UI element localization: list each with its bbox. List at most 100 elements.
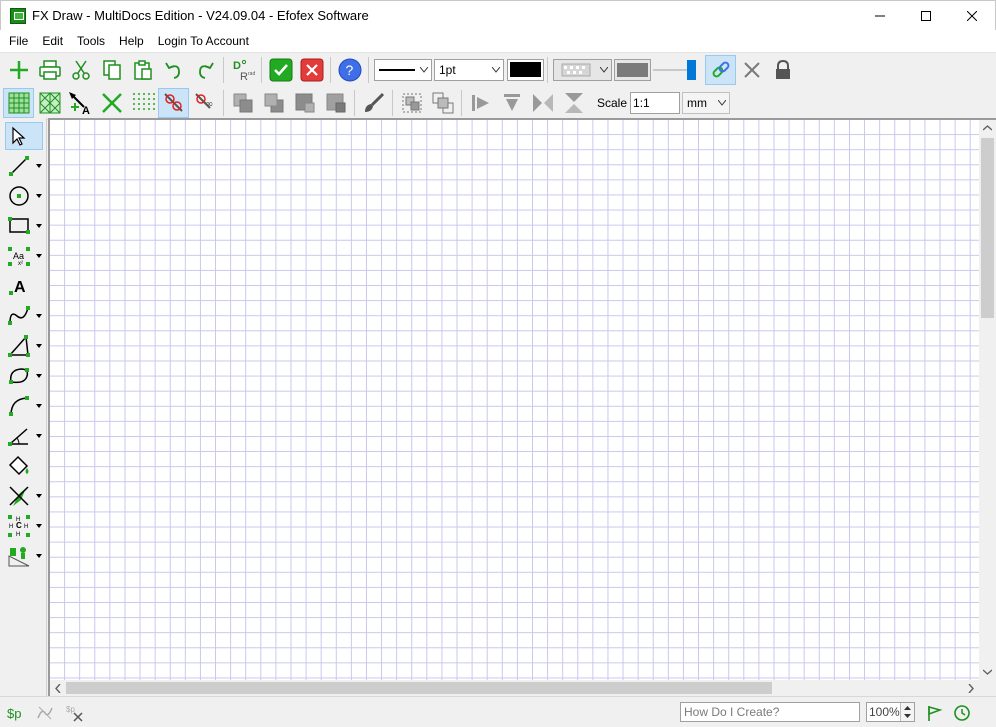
label-point-button[interactable]: A — [65, 88, 96, 118]
scroll-left-icon[interactable] — [55, 684, 61, 693]
intersection-tool[interactable] — [5, 482, 43, 510]
new-button[interactable] — [3, 55, 34, 85]
p-label: $p — [7, 705, 22, 721]
isometric-grid-button[interactable] — [34, 88, 65, 118]
flip-vertical-button[interactable] — [558, 88, 589, 118]
svg-text:∞: ∞ — [205, 99, 213, 110]
scroll-up-icon[interactable] — [983, 125, 992, 131]
align-right-button[interactable] — [465, 88, 496, 118]
group-button[interactable] — [396, 88, 427, 118]
intersection-icon — [9, 486, 29, 506]
vertical-scrollbar[interactable] — [979, 120, 996, 680]
cancel-button[interactable] — [296, 55, 327, 85]
spin-down-icon[interactable] — [904, 714, 911, 718]
shape-tool[interactable] — [5, 362, 43, 390]
line-width-select[interactable]: 1pt — [434, 58, 504, 81]
scale-label: Scale — [597, 95, 628, 110]
menu-tools[interactable]: Tools — [70, 30, 112, 52]
bring-forward-button[interactable] — [227, 88, 258, 118]
window-title: FX Draw - MultiDocs Edition - V24.09.04 … — [32, 8, 369, 23]
ungroup-button[interactable] — [427, 88, 458, 118]
degree-radian-button[interactable]: D Rrad — [227, 55, 258, 85]
grid-toggle-button[interactable] — [3, 87, 34, 118]
line-tool[interactable] — [5, 152, 43, 180]
rectangle-tool[interactable] — [5, 212, 43, 240]
pointer-icon — [12, 126, 26, 146]
close-button[interactable] — [949, 1, 995, 31]
zoom-stepper[interactable]: 100% — [866, 702, 915, 722]
spin-up-icon[interactable] — [904, 706, 911, 710]
scroll-right-icon[interactable] — [968, 684, 974, 693]
dot-grid-button[interactable] — [127, 88, 158, 118]
text-tool[interactable]: A — [5, 272, 43, 300]
snap-infinite-button[interactable]: ∞ — [189, 88, 220, 118]
transparency-slider[interactable] — [653, 59, 699, 81]
drawing-canvas[interactable] — [48, 118, 996, 696]
unlink-button[interactable] — [736, 55, 767, 85]
zoom-spin-buttons[interactable] — [900, 703, 914, 721]
chevron-down-icon — [718, 99, 727, 106]
clipboard-icon — [133, 59, 152, 80]
angle-tool[interactable] — [5, 422, 43, 450]
toolbar-separator — [261, 56, 262, 83]
print-button[interactable] — [34, 55, 65, 85]
maximize-button[interactable] — [903, 1, 949, 31]
chevron-down-icon — [36, 524, 42, 528]
fill-tool[interactable] — [5, 452, 43, 480]
fill-pattern-select[interactable] — [553, 58, 612, 81]
triangle-tool[interactable] — [5, 332, 43, 360]
clipart-tool[interactable] — [5, 542, 43, 570]
horizontal-scrollbar[interactable] — [50, 680, 979, 696]
svg-text:?: ? — [345, 62, 353, 78]
svg-text:rad: rad — [248, 71, 255, 77]
unit-select[interactable]: mm — [682, 91, 731, 114]
copy-button[interactable] — [96, 55, 127, 85]
minimize-button[interactable] — [857, 1, 903, 31]
arc-tool[interactable] — [5, 392, 43, 420]
dot-grid-icon — [132, 92, 155, 110]
horizontal-scroll-thumb[interactable] — [66, 682, 772, 694]
menu-edit[interactable]: Edit — [35, 30, 70, 52]
menu-login[interactable]: Login To Account — [151, 30, 256, 52]
scroll-down-icon[interactable] — [983, 669, 992, 675]
lock-button[interactable] — [767, 55, 798, 85]
circle-tool[interactable] — [5, 182, 43, 210]
how-do-i-create-input[interactable]: How Do I Create? — [680, 702, 860, 722]
line-style-preview-icon — [379, 68, 415, 71]
link-button[interactable] — [705, 54, 736, 85]
format-painter-button[interactable] — [358, 88, 389, 118]
ungroup-icon — [432, 92, 453, 113]
bring-to-front-button[interactable] — [289, 88, 320, 118]
cut-button[interactable] — [65, 55, 96, 85]
send-backward-button[interactable] — [258, 88, 289, 118]
accept-button[interactable] — [265, 55, 296, 85]
redo-button[interactable] — [189, 55, 220, 85]
scale-input[interactable]: 1:1 — [630, 91, 681, 114]
path-button[interactable] — [36, 702, 54, 724]
delete-grid-button[interactable] — [96, 88, 127, 118]
p-button[interactable]: $p — [7, 702, 21, 724]
menu-help[interactable]: Help — [112, 30, 151, 52]
vertical-scroll-thumb[interactable] — [981, 138, 994, 318]
text-box-tool[interactable]: Aa x² — [5, 242, 43, 270]
flag-button[interactable] — [925, 702, 943, 724]
curve-tool[interactable] — [5, 302, 43, 330]
select-tool[interactable] — [5, 122, 43, 150]
slider-thumb[interactable] — [687, 59, 696, 80]
history-button[interactable] — [953, 702, 971, 724]
undo-button[interactable] — [158, 55, 189, 85]
chemistry-tool[interactable]: HHCHH — [5, 512, 43, 540]
send-to-back-button[interactable] — [320, 88, 351, 118]
fill-color-button[interactable] — [614, 58, 651, 81]
menu-file[interactable]: File — [2, 30, 35, 52]
snap-button[interactable] — [158, 87, 189, 118]
flip-horizontal-button[interactable] — [527, 88, 558, 118]
chevron-down-icon — [36, 434, 42, 438]
clear-button[interactable]: $p — [65, 702, 85, 724]
line-color-button[interactable] — [507, 58, 544, 81]
help-button[interactable]: ? — [334, 55, 365, 85]
canvas-grid[interactable] — [50, 120, 979, 680]
paste-button[interactable] — [127, 55, 158, 85]
align-down-button[interactable] — [496, 88, 527, 118]
line-style-select[interactable] — [374, 58, 432, 81]
